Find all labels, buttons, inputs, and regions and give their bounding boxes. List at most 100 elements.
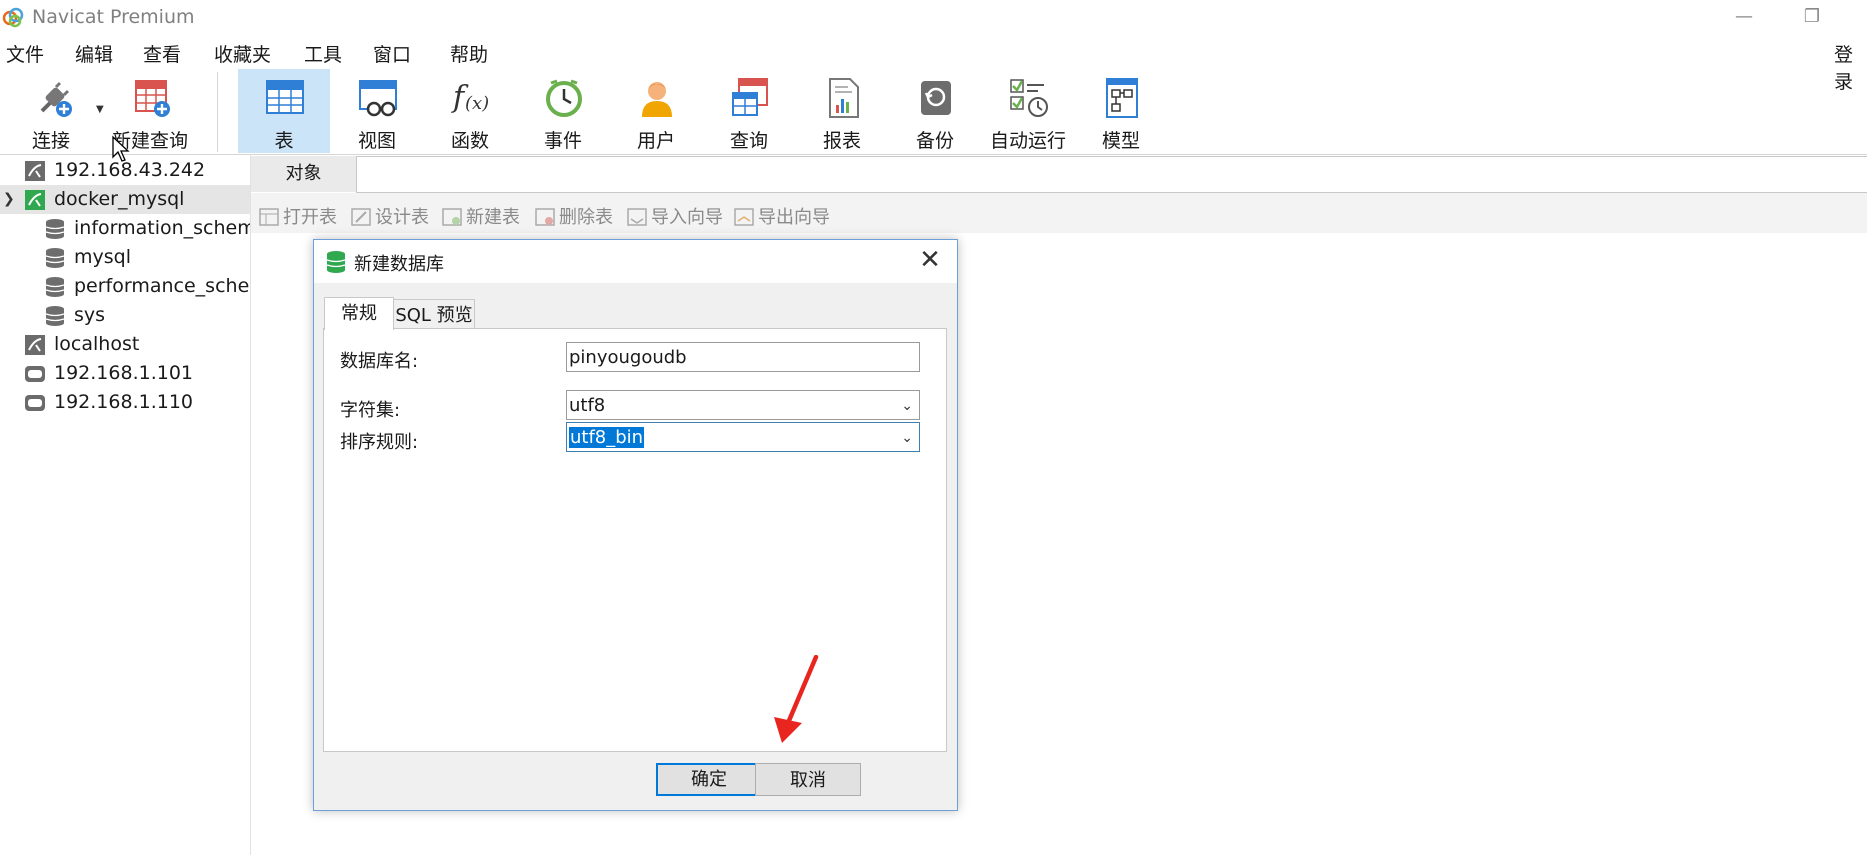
functions-button[interactable]: f (x) 函数 bbox=[424, 69, 516, 153]
delete-table-icon bbox=[535, 208, 555, 226]
users-label: 用户 bbox=[636, 130, 675, 152]
general-panel: 数据库名: pinyougoudb 字符集: utf8 ⌄ 排序规则: utf8… bbox=[323, 328, 947, 752]
server-icon bbox=[25, 395, 45, 411]
tree-database[interactable]: sys bbox=[0, 301, 250, 330]
export-wizard-label: 导出向导 bbox=[758, 207, 830, 228]
chevron-down-icon[interactable]: ⌄ bbox=[901, 391, 913, 421]
tree-database[interactable]: performance_schema bbox=[0, 272, 250, 301]
tab-general[interactable]: 常规 bbox=[324, 297, 394, 330]
users-button[interactable]: 用户 bbox=[610, 69, 702, 153]
tables-button[interactable]: 表 bbox=[238, 69, 330, 153]
queries-label: 查询 bbox=[729, 130, 768, 152]
tab-objects[interactable]: 对象 bbox=[251, 156, 356, 192]
open-table-button[interactable]: 打开表 bbox=[259, 203, 337, 229]
menu-favorites[interactable]: 收藏夹 bbox=[214, 40, 271, 67]
charset-select[interactable]: utf8 ⌄ bbox=[566, 390, 920, 420]
mouse-cursor-icon bbox=[112, 135, 130, 162]
design-table-button[interactable]: 设计表 bbox=[351, 203, 429, 229]
tree-database[interactable]: mysql bbox=[0, 243, 250, 272]
export-wizard-button[interactable]: 导出向导 bbox=[734, 203, 830, 229]
new-database-dialog: 新建数据库 ✕ 常规 SQL 预览 数据库名: pinyougoudb 字符集:… bbox=[313, 239, 958, 811]
tree-connection[interactable]: 192.168.1.110 bbox=[0, 388, 250, 417]
automation-button[interactable]: 自动运行 bbox=[982, 69, 1074, 153]
report-icon bbox=[829, 78, 859, 118]
tab-sql-preview[interactable]: SQL 预览 bbox=[393, 299, 475, 329]
chevron-down-icon[interactable]: ⌄ bbox=[901, 423, 913, 453]
new-query-icon bbox=[135, 80, 170, 117]
new-table-label: 新建表 bbox=[466, 207, 520, 228]
import-icon bbox=[627, 208, 647, 226]
tree-connection[interactable]: localhost bbox=[0, 330, 250, 359]
clock-icon bbox=[546, 79, 582, 117]
tree-database-label: mysql bbox=[74, 246, 131, 268]
ok-button[interactable]: 确定 bbox=[656, 763, 762, 796]
close-icon[interactable]: ✕ bbox=[915, 245, 945, 275]
events-button[interactable]: 事件 bbox=[517, 69, 609, 153]
tree-connection-label: 192.168.1.101 bbox=[54, 362, 194, 384]
title-bar: Navicat Premium — ❐ bbox=[0, 0, 1867, 34]
menu-file[interactable]: 文件 bbox=[6, 40, 44, 67]
delete-table-button[interactable]: 删除表 bbox=[535, 203, 613, 229]
restore-button[interactable]: ❐ bbox=[1792, 4, 1832, 30]
menu-view[interactable]: 查看 bbox=[143, 40, 181, 67]
connect-button[interactable]: 连接 bbox=[8, 69, 100, 153]
database-icon bbox=[45, 306, 65, 326]
models-label: 模型 bbox=[1101, 130, 1140, 152]
open-table-label: 打开表 bbox=[283, 207, 337, 228]
automation-label: 自动运行 bbox=[989, 130, 1066, 152]
object-toolbar: 打开表 设计表 新建表 删除表 导入向导 导出向导 bbox=[251, 193, 1867, 233]
reports-label: 报表 bbox=[822, 130, 861, 152]
reports-button[interactable]: 报表 bbox=[796, 69, 888, 153]
dialog-title-bar: 新建数据库 ✕ bbox=[314, 240, 957, 283]
server-icon bbox=[25, 366, 45, 382]
db-name-label: 数据库名: bbox=[340, 351, 419, 372]
tree-database[interactable]: information_schema bbox=[0, 214, 250, 243]
minimize-button[interactable]: — bbox=[1724, 4, 1764, 30]
import-wizard-label: 导入向导 bbox=[651, 207, 723, 228]
table-icon bbox=[266, 80, 304, 114]
backup-icon bbox=[921, 81, 951, 115]
menu-help[interactable]: 帮助 bbox=[450, 40, 488, 67]
connect-dropdown-icon[interactable]: ▼ bbox=[96, 104, 104, 115]
collation-select[interactable]: utf8_bin ⌄ bbox=[566, 422, 920, 452]
views-button[interactable]: 视图 bbox=[331, 69, 423, 153]
menu-window[interactable]: 窗口 bbox=[373, 40, 411, 67]
svg-text:(x): (x) bbox=[465, 93, 489, 114]
chevron-down-icon[interactable]: ❯ bbox=[3, 185, 15, 214]
db-name-input[interactable]: pinyougoudb bbox=[566, 342, 920, 372]
functions-label: 函数 bbox=[450, 130, 489, 152]
delete-table-label: 删除表 bbox=[559, 207, 613, 228]
model-icon bbox=[1106, 78, 1138, 118]
navicat-logo-icon bbox=[2, 7, 24, 28]
new-table-button[interactable]: 新建表 bbox=[442, 203, 520, 229]
app-title: Navicat Premium bbox=[32, 6, 195, 28]
backup-button[interactable]: 备份 bbox=[889, 69, 981, 153]
models-button[interactable]: 模型 bbox=[1075, 69, 1167, 153]
tree-connection-selected[interactable]: ❯ docker_mysql bbox=[0, 185, 250, 214]
toolbar-separator bbox=[217, 72, 218, 152]
queries-button[interactable]: 查询 bbox=[703, 69, 795, 153]
tree-connection-label: docker_mysql bbox=[54, 188, 185, 210]
import-wizard-button[interactable]: 导入向导 bbox=[627, 203, 723, 229]
cancel-button[interactable]: 取消 bbox=[755, 763, 861, 796]
menu-edit[interactable]: 编辑 bbox=[75, 40, 113, 67]
query-icon bbox=[732, 78, 768, 116]
export-icon bbox=[734, 208, 754, 226]
new-table-icon bbox=[442, 208, 462, 226]
tree-database-label: sys bbox=[74, 304, 106, 326]
open-table-icon bbox=[259, 208, 279, 226]
views-label: 视图 bbox=[357, 130, 396, 152]
database-icon bbox=[326, 251, 346, 273]
tree-connection-label: localhost bbox=[54, 333, 140, 355]
design-table-label: 设计表 bbox=[375, 207, 429, 228]
view-glasses-icon bbox=[359, 80, 397, 117]
tree-connection[interactable]: 192.168.1.101 bbox=[0, 359, 250, 388]
menu-tools[interactable]: 工具 bbox=[304, 40, 342, 67]
charset-value: utf8 bbox=[569, 395, 606, 416]
database-icon bbox=[45, 248, 65, 268]
menu-bar: 文件 编辑 查看 收藏夹 工具 窗口 帮助 登录 bbox=[0, 34, 1867, 93]
tree-database-label: information_schema bbox=[74, 217, 250, 239]
connection-tree: 192.168.43.242 ❯ docker_mysql informatio… bbox=[0, 154, 251, 855]
tree-connection-label: 192.168.1.110 bbox=[54, 391, 194, 413]
annotation-arrow-icon bbox=[774, 655, 819, 743]
